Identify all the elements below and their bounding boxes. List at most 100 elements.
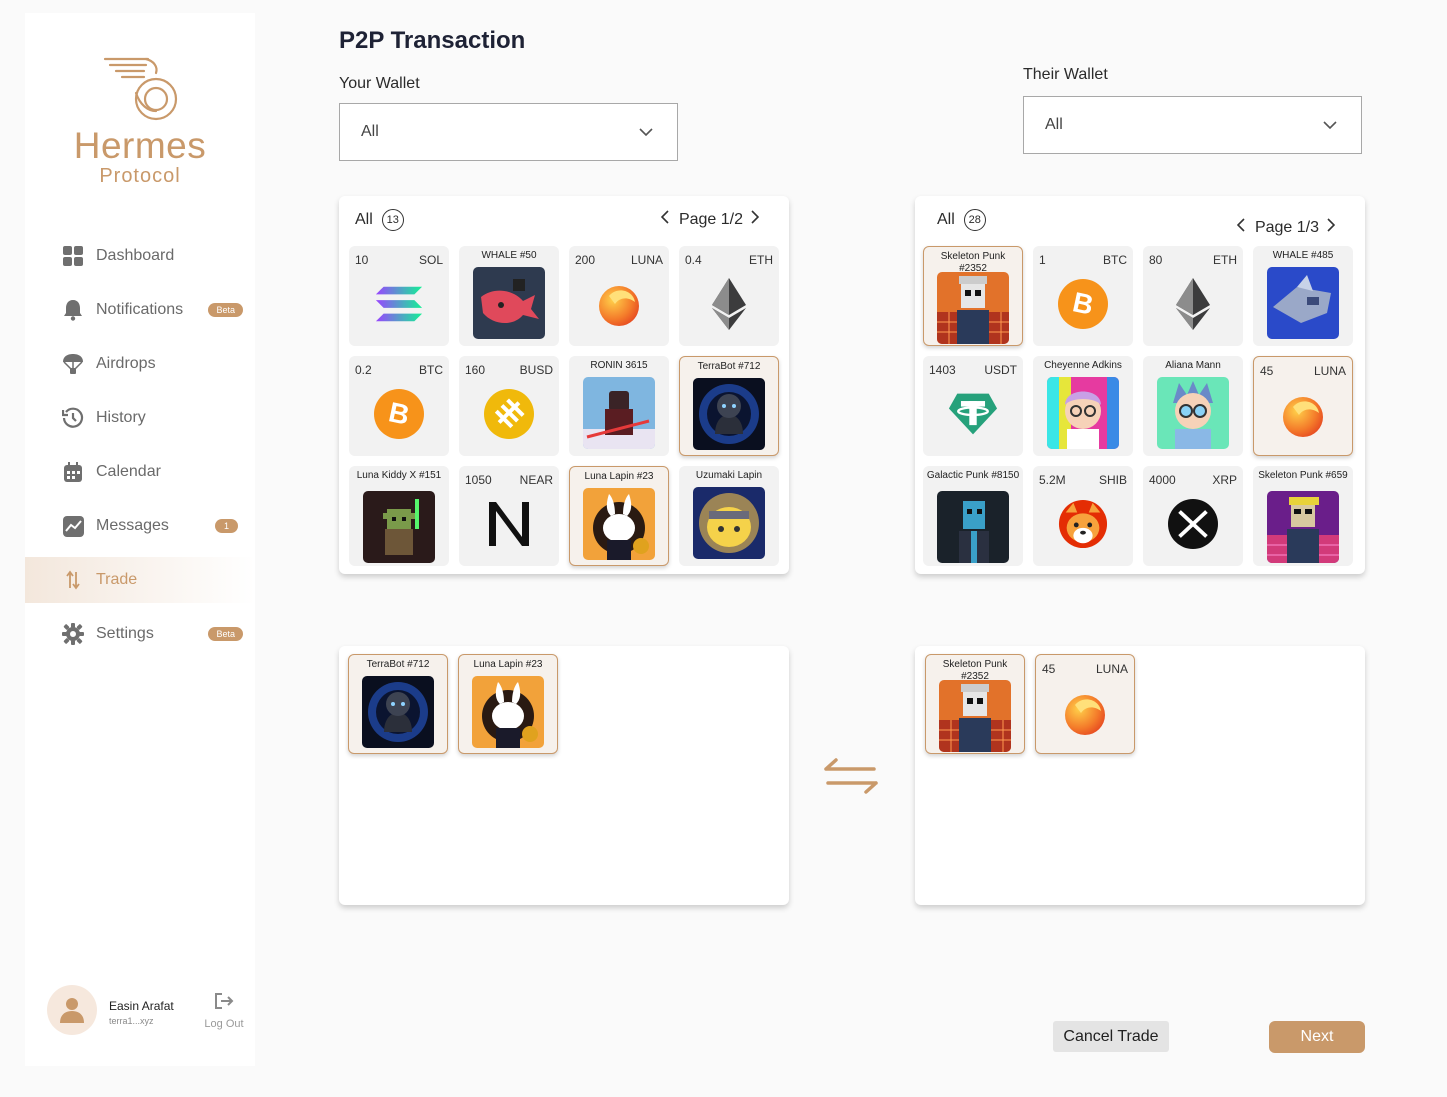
skeleton-nft-image (939, 680, 1011, 752)
logout-label: Log Out (204, 1018, 244, 1030)
sidebar-item-trade[interactable]: Trade (25, 557, 255, 603)
trade-icon (62, 569, 84, 591)
token-card[interactable]: 45 LUNA (1035, 654, 1135, 754)
token-symbol: BUSD (519, 363, 553, 377)
sidebar-item-dashboard[interactable]: Dashboard (25, 233, 255, 279)
next-button[interactable]: Next (1269, 1021, 1365, 1053)
luna-token-icon (1060, 688, 1110, 738)
sidebar-item-calendar[interactable]: Calendar (25, 449, 255, 495)
token-card[interactable]: 0.2 BTC B (349, 356, 449, 456)
nft-name: Skeleton Punk #659 (1258, 470, 1348, 481)
next-page-icon[interactable] (751, 210, 761, 229)
nft-name: WHALE #485 (1272, 250, 1334, 261)
sidebar-item-settings[interactable]: Settings Beta (25, 611, 255, 657)
token-amount: 0.2 (355, 363, 372, 377)
their-wallet-selected: All (1045, 116, 1063, 133)
uzumaki-nft-image (693, 487, 765, 559)
nft-card[interactable]: Skeleton Punk #2352 (923, 246, 1023, 346)
luna-token-icon (594, 279, 644, 329)
token-card[interactable]: 45 LUNA (1253, 356, 1353, 456)
eth-token-icon (704, 278, 754, 330)
token-amount: 5.2M (1039, 473, 1066, 487)
token-symbol: XRP (1212, 473, 1237, 487)
nft-card[interactable]: WHALE #485 (1253, 246, 1353, 346)
sol-token-icon (374, 279, 424, 329)
token-card[interactable]: 10 SOL (349, 246, 449, 346)
your-wallet-label: Your Wallet (339, 75, 420, 92)
nft-card[interactable]: RONIN 3615 (569, 356, 669, 456)
token-card[interactable]: 80 ETH (1143, 246, 1243, 346)
token-card[interactable]: 200 LUNA (569, 246, 669, 346)
filter-all[interactable]: All (355, 211, 373, 229)
token-amount: 80 (1149, 253, 1163, 267)
your-offer-panel: TerraBot #712 Luna Lapin #23 (339, 646, 789, 905)
sidebar-item-messages[interactable]: Messages 1 (25, 503, 255, 549)
sidebar-item-label: History (96, 409, 146, 426)
eth-token-icon (1168, 278, 1218, 330)
logout-button[interactable]: Log Out (199, 993, 249, 1030)
nft-card[interactable]: Luna Lapin #23 (569, 466, 669, 566)
your-wallet-select[interactable]: All (339, 103, 678, 161)
token-symbol: ETH (1213, 253, 1237, 267)
nft-card[interactable]: Luna Lapin #23 (458, 654, 558, 754)
nft-card[interactable]: TerraBot #712 (348, 654, 448, 754)
lapin-nft-image (472, 676, 544, 748)
token-card[interactable]: 1403 USDT (923, 356, 1023, 456)
galactic-nft-image (937, 491, 1009, 563)
brand-logo[interactable]: Hermes Protocol (57, 53, 223, 213)
token-card[interactable]: 1 BTC B (1033, 246, 1133, 346)
nft-card[interactable]: Luna Kiddy X #151 (349, 466, 449, 566)
page-indicator: Page 1/3 (1254, 218, 1319, 236)
user-address: terra1...xyz (109, 1016, 154, 1026)
user-profile: Easin Arafat terra1...xyz Log Out (47, 985, 247, 1037)
their-assets-panel: All 28 Page 1/3 Skeleton Punk #2352 1 BTC B… (915, 196, 1365, 574)
their-wallet-select[interactable]: All (1023, 96, 1362, 154)
ronin-nft-image (583, 377, 655, 449)
their-offer-grid: Skeleton Punk #2352 45 LUNA (925, 654, 1355, 754)
token-card[interactable]: 1050 NEAR (459, 466, 559, 566)
beta-badge: Beta (208, 303, 243, 317)
cancel-trade-button[interactable]: Cancel Trade (1053, 1021, 1169, 1052)
nft-card[interactable]: TerraBot #712 (679, 356, 779, 456)
nft-card[interactable]: Skeleton Punk #2352 (925, 654, 1025, 754)
nft-name: Luna Lapin #23 (473, 659, 543, 670)
sidebar-item-label: Airdrops (96, 355, 156, 372)
token-card[interactable]: 0.4 ETH (679, 246, 779, 346)
nft-name: Luna Kiddy X #151 (356, 470, 442, 481)
sidebar-item-airdrops[interactable]: Airdrops (25, 341, 255, 387)
nft-card[interactable]: Skeleton Punk #659 (1253, 466, 1353, 566)
token-card[interactable]: 160 BUSD (459, 356, 559, 456)
page-title: P2P Transaction (339, 27, 526, 54)
sidebar-item-label: Calendar (96, 463, 161, 480)
dashboard-icon (62, 245, 84, 267)
gear-icon (62, 623, 84, 645)
avatar[interactable] (47, 985, 97, 1035)
xrp-token-icon (1168, 499, 1218, 549)
nft-card[interactable]: Cheyenne Adkins (1033, 356, 1133, 456)
sidebar-item-notifications[interactable]: Notifications Beta (25, 287, 255, 333)
usdt-token-icon (948, 389, 998, 439)
prev-page-icon[interactable] (660, 210, 671, 229)
token-amount: 1 (1039, 253, 1046, 267)
nft-name: TerraBot #712 (366, 659, 430, 670)
chevron-down-icon (1323, 121, 1337, 129)
prev-page-icon[interactable] (1236, 218, 1247, 237)
terrabot-nft-image (693, 378, 765, 450)
nft-name: Galactic Punk #8150 (926, 470, 1020, 481)
nft-card[interactable]: Uzumaki Lapin (679, 466, 779, 566)
filter-all[interactable]: All (937, 211, 955, 229)
sidebar-item-history[interactable]: History (25, 395, 255, 441)
nft-card[interactable]: Galactic Punk #8150 (923, 466, 1023, 566)
sidebar-item-label: Notifications (96, 301, 184, 318)
token-amount: 10 (355, 253, 369, 267)
token-amount: 0.4 (685, 253, 702, 267)
skeleton2-nft-image (1267, 491, 1339, 563)
token-card[interactable]: 5.2M SHIB (1033, 466, 1133, 566)
token-card[interactable]: 4000 XRP (1143, 466, 1243, 566)
token-symbol: LUNA (1313, 364, 1346, 378)
nft-card[interactable]: Aliana Mann (1143, 356, 1243, 456)
next-page-icon[interactable] (1327, 218, 1337, 237)
nft-card[interactable]: WHALE #50 (459, 246, 559, 346)
token-amount: 4000 (1149, 473, 1176, 487)
token-symbol: SOL (418, 253, 443, 267)
